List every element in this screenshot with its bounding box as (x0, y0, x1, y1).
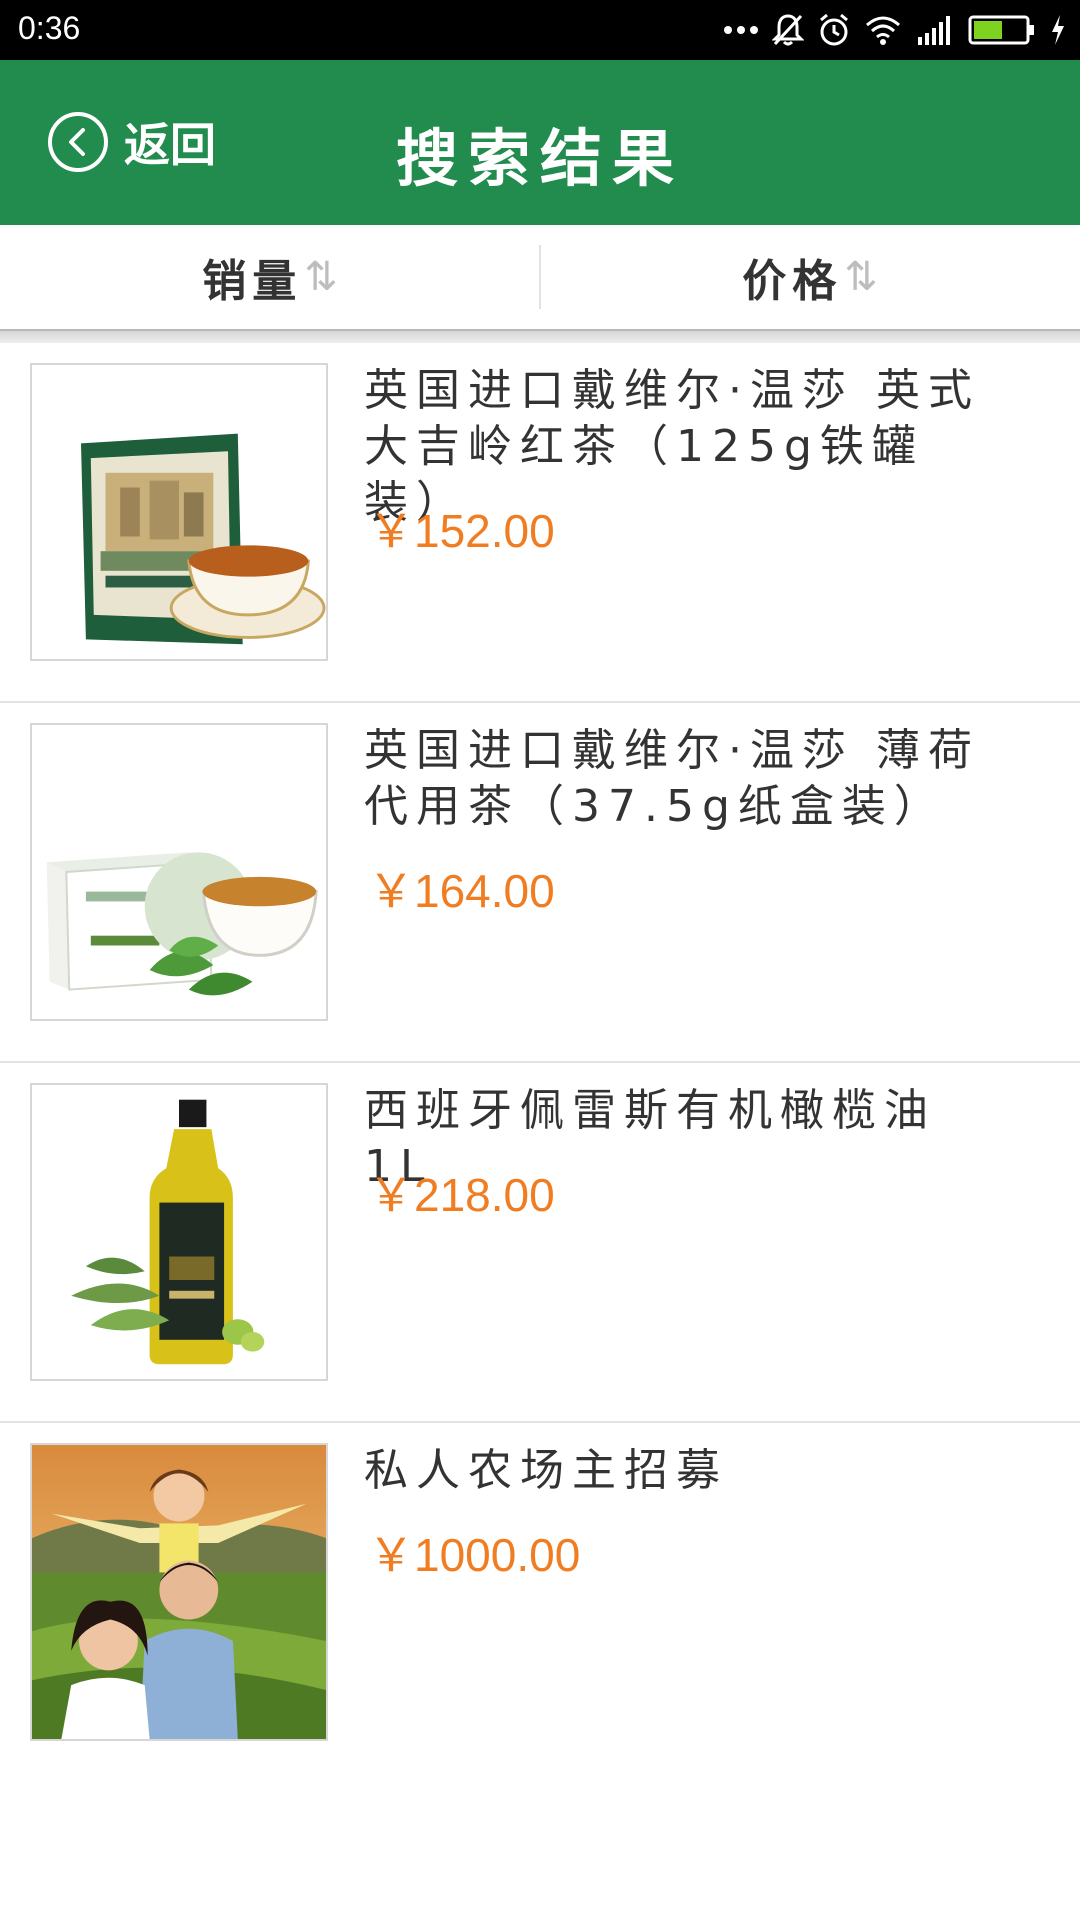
more-dots-icon (724, 26, 758, 34)
product-item[interactable]: 英国进口戴维尔·温莎 英式大吉岭红茶（125g铁罐装） ￥152.00 (0, 343, 1080, 703)
signal-icon (918, 16, 950, 45)
battery-icon (968, 15, 1034, 45)
product-price: ￥1000.00 (368, 1529, 581, 1581)
product-price: ￥152.00 (368, 505, 555, 557)
charging-bolt-icon (1052, 15, 1064, 45)
wifi-icon (866, 16, 900, 45)
sort-sales-label: 销量 (202, 256, 303, 307)
sort-arrows-icon: ⇅ (304, 254, 338, 300)
status-icons (724, 10, 1066, 50)
product-price: ￥164.00 (368, 865, 555, 917)
sort-by-price-button[interactable]: 价格 ⇅ (540, 225, 1080, 329)
notification-muted-icon (772, 14, 804, 46)
product-item[interactable]: 英国进口戴维尔·温莎 薄荷代用茶（37.5g纸盒装） ￥164.00 (0, 703, 1080, 1063)
status-bar: 0:36 (0, 0, 1080, 60)
product-name: 英国进口戴维尔·温莎 薄荷代用茶（37.5g纸盒装） (364, 725, 980, 832)
product-name: 私人农场主招募 (364, 1445, 728, 1496)
status-time: 0:36 (18, 10, 81, 46)
product-item[interactable]: 私人农场主招募 ￥1000.00 (0, 1423, 1080, 1783)
product-price: ￥218.00 (368, 1169, 555, 1221)
peppermint-tea-box-image[interactable] (30, 723, 328, 1021)
divider (0, 331, 1080, 343)
header-bar: 返回 搜索结果 (0, 60, 1080, 225)
sort-by-sales-button[interactable]: 销量 ⇅ (0, 225, 540, 329)
alarm-icon (820, 13, 848, 46)
darjeeling-tea-tin-image[interactable] (30, 363, 328, 661)
product-item[interactable]: 西班牙佩雷斯有机橄榄油1L ￥218.00 (0, 1063, 1080, 1423)
olive-oil-bottle-image[interactable] (30, 1083, 328, 1381)
product-list: 英国进口戴维尔·温莎 英式大吉岭红茶（125g铁罐装） ￥152.00 英国进口… (0, 343, 1080, 1783)
family-farm-photo-image[interactable] (30, 1443, 328, 1741)
sort-arrows-icon: ⇅ (844, 254, 878, 300)
sort-price-label: 价格 (742, 256, 843, 307)
sort-bar: 销量 ⇅ 价格 ⇅ (0, 225, 1080, 331)
page-title: 搜索结果 (395, 122, 684, 195)
